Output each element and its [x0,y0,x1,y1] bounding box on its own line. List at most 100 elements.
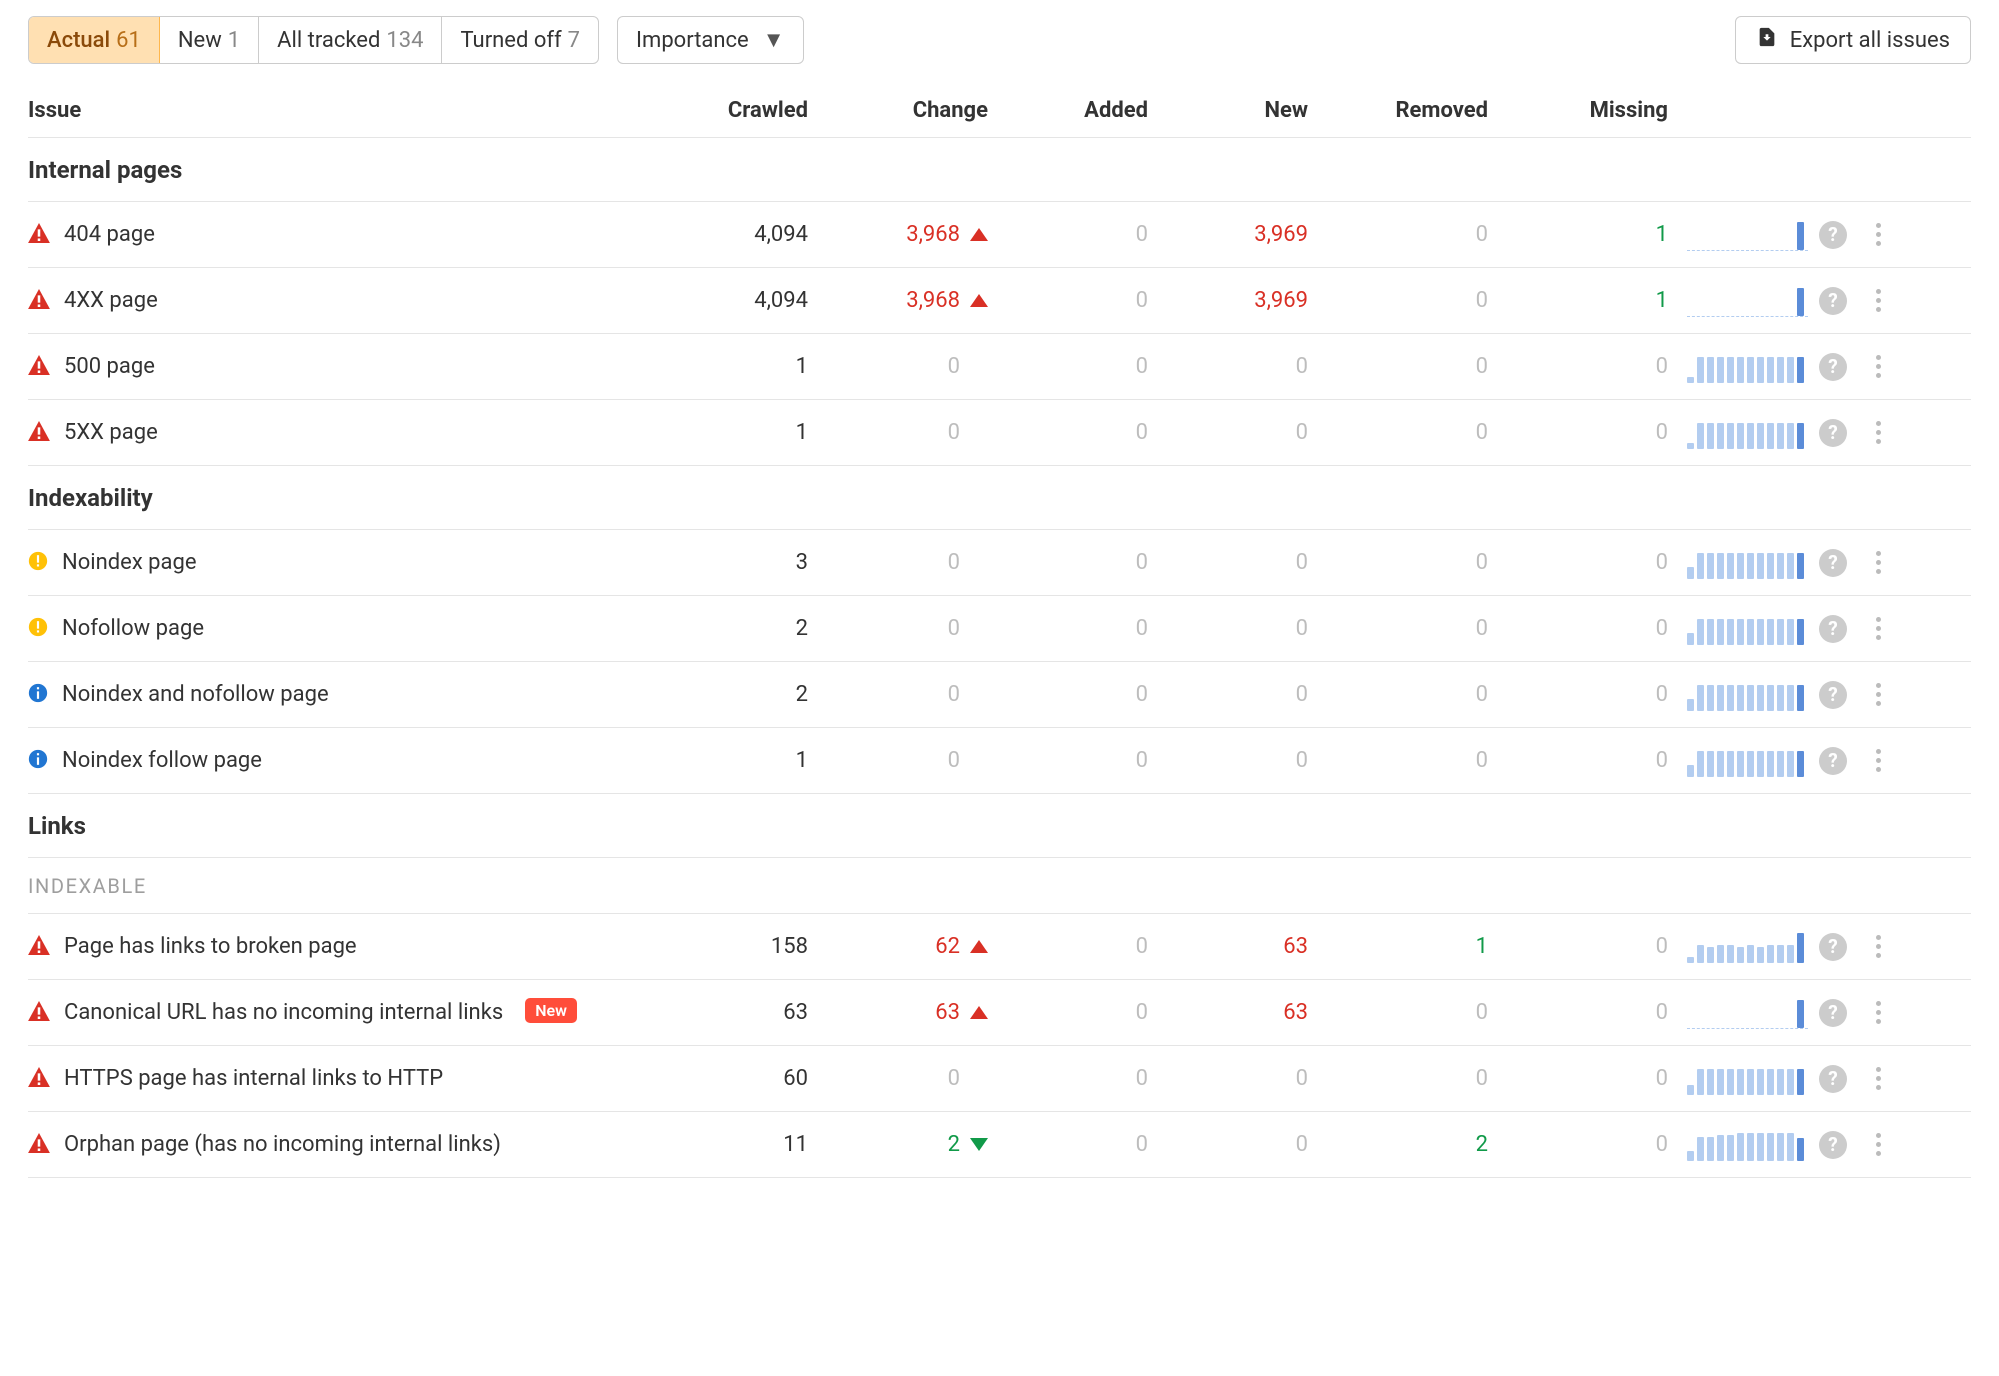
info-circle-icon [28,683,48,703]
issues-table: Issue Crawled Change Added New Removed M… [28,82,1971,1178]
tab-all-tracked[interactable]: All tracked134 [259,17,442,63]
help-icon[interactable]: ? [1819,419,1847,447]
sparkline-chart [1687,285,1808,317]
new-value: 0 [1148,616,1308,641]
row-menu-button[interactable] [1876,223,1881,246]
issue-cell[interactable]: Page has links to broken page [28,932,648,962]
col-change[interactable]: Change [808,98,988,123]
issue-cell[interactable]: 500 page [28,352,648,382]
row-menu-button[interactable] [1876,1001,1881,1024]
table-row: Orphan page (has no incoming internal li… [28,1112,1971,1178]
help-icon[interactable]: ? [1819,747,1847,775]
added-value: 0 [988,934,1148,959]
issue-cell[interactable]: Orphan page (has no incoming internal li… [28,1130,648,1160]
removed-value: 0 [1308,420,1488,445]
issue-name: Nofollow page [62,614,204,644]
sparkline-chart [1687,417,1808,449]
help-icon[interactable]: ? [1819,1065,1847,1093]
missing-value: 0 [1488,934,1668,959]
col-crawled[interactable]: Crawled [648,98,808,123]
issue-name: 4XX page [64,286,158,316]
col-missing[interactable]: Missing [1488,98,1668,123]
table-header: Issue Crawled Change Added New Removed M… [28,82,1971,138]
removed-value: 0 [1308,1066,1488,1091]
issue-cell[interactable]: Noindex and nofollow page [28,680,648,710]
help-icon[interactable]: ? [1819,549,1847,577]
issue-cell[interactable]: 5XX page [28,418,648,448]
change-value: 3,968 [808,288,988,313]
error-triangle-icon [28,1067,50,1087]
col-added[interactable]: Added [988,98,1148,123]
table-row: Noindex and nofollow page200000? [28,662,1971,728]
added-value: 0 [988,1132,1148,1157]
help-icon[interactable]: ? [1819,287,1847,315]
issue-cell[interactable]: 4XX page [28,286,648,316]
row-menu-button[interactable] [1876,421,1881,444]
row-menu-button[interactable] [1876,355,1881,378]
removed-value: 0 [1308,616,1488,641]
sparkline-chart [1687,351,1808,383]
issue-cell[interactable]: 404 page [28,220,648,250]
sparkline-chart [1687,547,1808,579]
importance-label: Importance [636,28,749,53]
table-row: 500 page100000? [28,334,1971,400]
help-icon[interactable]: ? [1819,933,1847,961]
col-issue[interactable]: Issue [28,98,648,123]
col-removed[interactable]: Removed [1308,98,1488,123]
tab-label: All tracked [277,28,380,53]
new-value: 3,969 [1148,222,1308,247]
row-menu-button[interactable] [1876,551,1881,574]
importance-dropdown[interactable]: Importance ▼ [617,16,803,64]
missing-value: 0 [1488,1066,1668,1091]
row-menu-button[interactable] [1876,617,1881,640]
removed-value: 2 [1308,1132,1488,1157]
change-value: 0 [808,550,988,575]
error-triangle-icon [28,935,50,955]
row-menu-button[interactable] [1876,289,1881,312]
new-value: 63 [1148,934,1308,959]
crawled-value: 158 [648,934,808,959]
crawled-value: 63 [648,1000,808,1025]
row-menu-button[interactable] [1876,1133,1881,1156]
issue-name: HTTPS page has internal links to HTTP [64,1064,443,1094]
issue-cell[interactable]: Nofollow page [28,614,648,644]
col-new[interactable]: New [1148,98,1308,123]
row-menu-button[interactable] [1876,683,1881,706]
help-icon[interactable]: ? [1819,221,1847,249]
crawled-value: 60 [648,1066,808,1091]
sparkline-chart [1687,219,1808,251]
table-row: Page has links to broken page1586206310? [28,914,1971,980]
error-triangle-icon [28,1001,50,1021]
missing-value: 0 [1488,748,1668,773]
missing-value: 0 [1488,682,1668,707]
tab-count: 134 [386,28,423,53]
tab-new[interactable]: New1 [160,17,259,63]
issue-name: Noindex page [62,548,197,578]
sparkline-chart [1687,1129,1808,1161]
help-icon[interactable]: ? [1819,681,1847,709]
warning-circle-icon [28,551,48,571]
missing-value: 0 [1488,1000,1668,1025]
help-icon[interactable]: ? [1819,353,1847,381]
table-row: 4XX page4,0943,96803,96901? [28,268,1971,334]
export-button[interactable]: Export all issues [1735,16,1971,64]
new-value: 0 [1148,748,1308,773]
help-icon[interactable]: ? [1819,615,1847,643]
triangle-up-icon [970,294,988,307]
chevron-down-icon: ▼ [763,27,785,53]
row-menu-button[interactable] [1876,935,1881,958]
help-icon[interactable]: ? [1819,999,1847,1027]
download-icon [1756,26,1778,54]
issue-cell[interactable]: Canonical URL has no incoming internal l… [28,998,648,1028]
row-menu-button[interactable] [1876,749,1881,772]
help-icon[interactable]: ? [1819,1131,1847,1159]
issue-cell[interactable]: Noindex page [28,548,648,578]
issue-cell[interactable]: Noindex follow page [28,746,648,776]
change-value: 2 [808,1132,988,1157]
table-row: 5XX page100000? [28,400,1971,466]
issue-cell[interactable]: HTTPS page has internal links to HTTP [28,1064,648,1094]
tab-turned-off[interactable]: Turned off7 [442,17,598,63]
row-menu-button[interactable] [1876,1067,1881,1090]
missing-value: 0 [1488,420,1668,445]
tab-actual[interactable]: Actual61 [29,17,160,63]
